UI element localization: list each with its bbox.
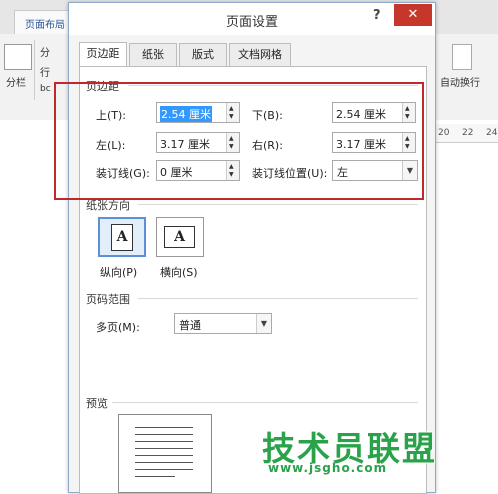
preview-line bbox=[135, 469, 193, 470]
preview-line bbox=[135, 462, 193, 463]
section-divider bbox=[138, 204, 418, 205]
ribbon-small-3[interactable]: bc bbox=[40, 84, 51, 94]
preview-line bbox=[135, 441, 193, 442]
preview-line bbox=[135, 448, 193, 449]
portrait-button[interactable]: A bbox=[98, 217, 146, 257]
multiple-pages-value[interactable]: 普通 bbox=[179, 317, 201, 333]
wrap-text-label[interactable]: 自动换行 bbox=[440, 74, 480, 89]
tab-document-grid[interactable]: 文档网格 bbox=[229, 43, 291, 67]
columns-button-label[interactable]: 分栏 bbox=[6, 74, 26, 89]
help-button[interactable]: ? bbox=[373, 8, 381, 23]
page-preview bbox=[118, 414, 212, 493]
preview-line bbox=[135, 476, 175, 477]
landscape-page-icon: A bbox=[164, 226, 195, 248]
portrait-page-icon: A bbox=[111, 224, 133, 251]
tab-margins[interactable]: 页边距 bbox=[79, 42, 127, 68]
dialog-titlebar[interactable]: 页面设置 ? ✕ bbox=[69, 3, 435, 35]
ribbon-small-1[interactable]: 分 bbox=[40, 44, 50, 59]
ruler-tick: 24 bbox=[486, 128, 498, 138]
ribbon-divider bbox=[34, 40, 35, 100]
close-button[interactable]: ✕ bbox=[394, 4, 432, 26]
chevron-down-icon[interactable]: ▼ bbox=[256, 314, 271, 333]
pages-section-title: 页码范围 bbox=[86, 293, 130, 306]
preview-line bbox=[135, 455, 193, 456]
preview-line bbox=[135, 434, 193, 435]
tab-page-layout[interactable]: 页面布局 bbox=[14, 10, 70, 34]
section-divider bbox=[112, 402, 418, 403]
horizontal-ruler: 20 22 24 bbox=[430, 124, 498, 143]
portrait-label[interactable]: 纵向(P) bbox=[100, 264, 137, 280]
multiple-pages-select[interactable]: 普通 ▼ bbox=[174, 313, 272, 334]
watermark-url: www.jsgho.com bbox=[268, 461, 388, 475]
multiple-pages-label: 多页(M): bbox=[96, 321, 140, 334]
landscape-button[interactable]: A bbox=[156, 217, 204, 257]
landscape-label[interactable]: 横向(S) bbox=[160, 264, 198, 280]
ruler-tick: 22 bbox=[462, 128, 474, 138]
ruler-tick: 20 bbox=[438, 128, 450, 138]
highlight-annotation bbox=[54, 82, 424, 200]
preview-line bbox=[135, 427, 193, 428]
preview-section-title: 预览 bbox=[86, 397, 108, 410]
tab-layout[interactable]: 版式 bbox=[179, 43, 227, 67]
ribbon-small-2[interactable]: 行 bbox=[40, 64, 50, 79]
tab-paper[interactable]: 纸张 bbox=[129, 43, 177, 67]
wrap-text-icon[interactable] bbox=[452, 44, 472, 70]
columns-icon[interactable] bbox=[4, 44, 32, 70]
section-divider bbox=[138, 298, 418, 299]
